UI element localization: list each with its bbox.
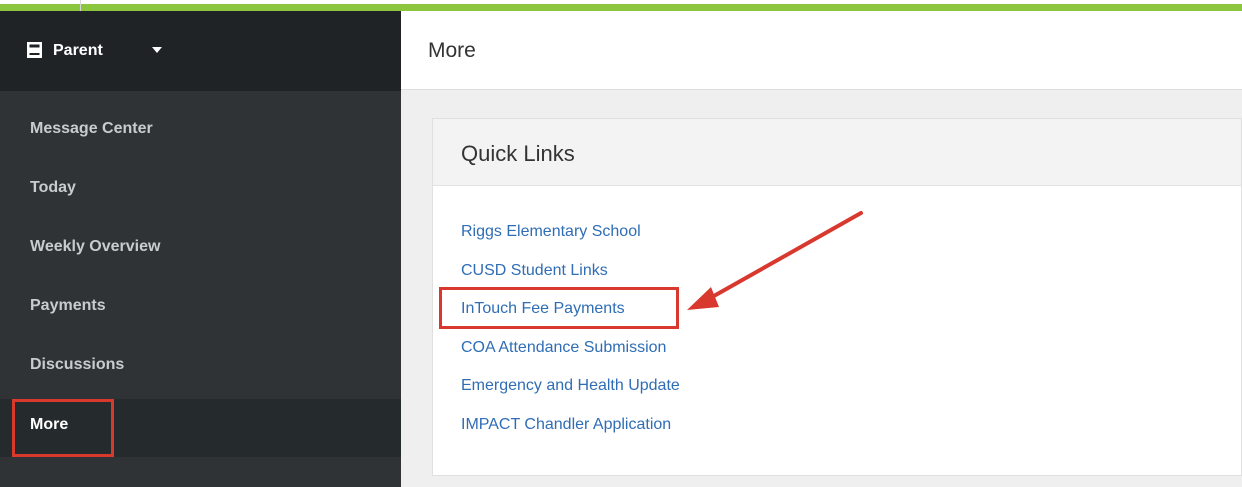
sidebar-item-discussions[interactable]: Discussions (0, 339, 401, 397)
sidebar-item-message-center[interactable]: Message Center (0, 103, 401, 161)
sidebar-item-payments[interactable]: Payments (0, 280, 401, 338)
card-title: Quick Links (461, 141, 575, 166)
accent-bar (0, 4, 1242, 11)
card-header: Quick Links (433, 119, 1241, 186)
main-content: Quick Links Riggs Elementary School CUSD… (401, 90, 1242, 487)
top-bar (0, 0, 1242, 11)
link-cusd-student-links[interactable]: CUSD Student Links (461, 262, 608, 280)
sidebar-item-label: Payments (30, 297, 106, 314)
sidebar: Parent Message Center Today Weekly Overv… (0, 11, 401, 487)
sidebar-item-label: Today (30, 179, 76, 196)
sidebar-item-today[interactable]: Today (0, 162, 401, 220)
annotation-arrow-icon (687, 211, 863, 310)
page-title: More (428, 39, 476, 62)
link-coa-attendance-submission[interactable]: COA Attendance Submission (461, 339, 666, 357)
annotation-box-more (12, 399, 114, 457)
link-impact-chandler-application[interactable]: IMPACT Chandler Application (461, 416, 671, 434)
link-emergency-and-health-update[interactable]: Emergency and Health Update (461, 377, 680, 395)
sidebar-item-label: Weekly Overview (30, 238, 161, 255)
role-label: Parent (53, 42, 103, 59)
page-header: More (401, 11, 1242, 90)
link-riggs-elementary-school[interactable]: Riggs Elementary School (461, 223, 641, 241)
role-selector[interactable]: Parent (0, 11, 401, 91)
quick-links-card: Quick Links Riggs Elementary School CUSD… (432, 118, 1242, 476)
annotation-box-intouch (439, 287, 679, 329)
chevron-down-icon[interactable] (152, 47, 162, 53)
book-icon (27, 42, 42, 58)
sidebar-item-weekly-overview[interactable]: Weekly Overview (0, 221, 401, 279)
top-bar-divider (80, 0, 81, 11)
sidebar-item-label: Message Center (30, 120, 153, 137)
sidebar-item-label: Discussions (30, 356, 125, 373)
